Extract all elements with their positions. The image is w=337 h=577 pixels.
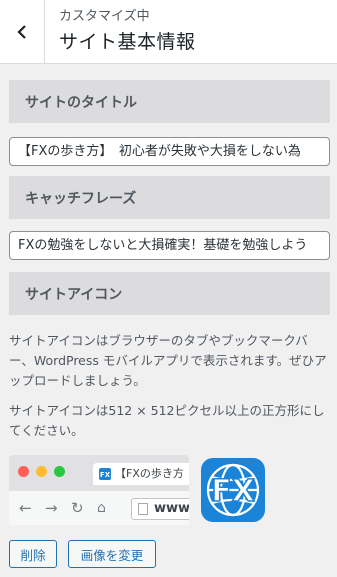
site-icon-label: サイトアイコン [9,272,330,315]
close-dot-icon [18,466,29,477]
svg-text:FX: FX [211,474,255,509]
page-icon [138,503,148,515]
chevron-left-icon [17,25,26,39]
site-icon-size-note: サイトアイコンは512 × 512ピクセル以上の正方形にしてください。 [9,403,325,438]
tagline-input[interactable]: FXの勉強をしないと大損確実！基礎を勉強しよう [9,231,330,260]
favicon-icon: FX [99,468,111,480]
minimize-dot-icon [36,466,47,477]
globe-icon: FX [206,463,260,517]
window-controls [18,466,65,477]
header-subtitle: カスタマイズ中 [59,9,150,24]
site-title-label: サイトのタイトル [9,80,330,123]
site-title-input[interactable]: 【FXの歩き方】 初心者が失敗や大損をしない為 [9,137,330,166]
back-button[interactable] [0,0,45,64]
home-icon: ⌂ [97,500,106,516]
browser-tab: FX 【FXの歩き方 [93,463,189,485]
url-bar: www. [131,498,189,520]
customizer-header: カスタマイズ中 サイト基本情報 [0,0,337,64]
reload-icon: ↻ [71,499,84,517]
site-icon-description: サイトアイコンはブラウザーのタブやブックマークバー、WordPress モバイル… [9,333,327,388]
site-icon-image: FX [201,458,265,522]
back-arrow-icon: ← [19,499,32,517]
change-image-button[interactable]: 画像を変更 [68,540,156,568]
page-title: サイト基本情報 [59,31,196,53]
browser-preview: FX 【FXの歩き方 ← → ↻ ⌂ www. [9,455,189,525]
remove-icon-button[interactable]: 削除 [9,540,57,568]
forward-arrow-icon: → [45,499,58,517]
url-text: www. [154,501,189,516]
maximize-dot-icon [54,466,65,477]
tab-title: 【FXの歩き方 [115,467,184,480]
browser-nav-bar: ← → ↻ ⌂ www. [9,491,189,525]
svg-text:FX: FX [100,471,111,479]
tagline-label: キャッチフレーズ [9,176,330,219]
